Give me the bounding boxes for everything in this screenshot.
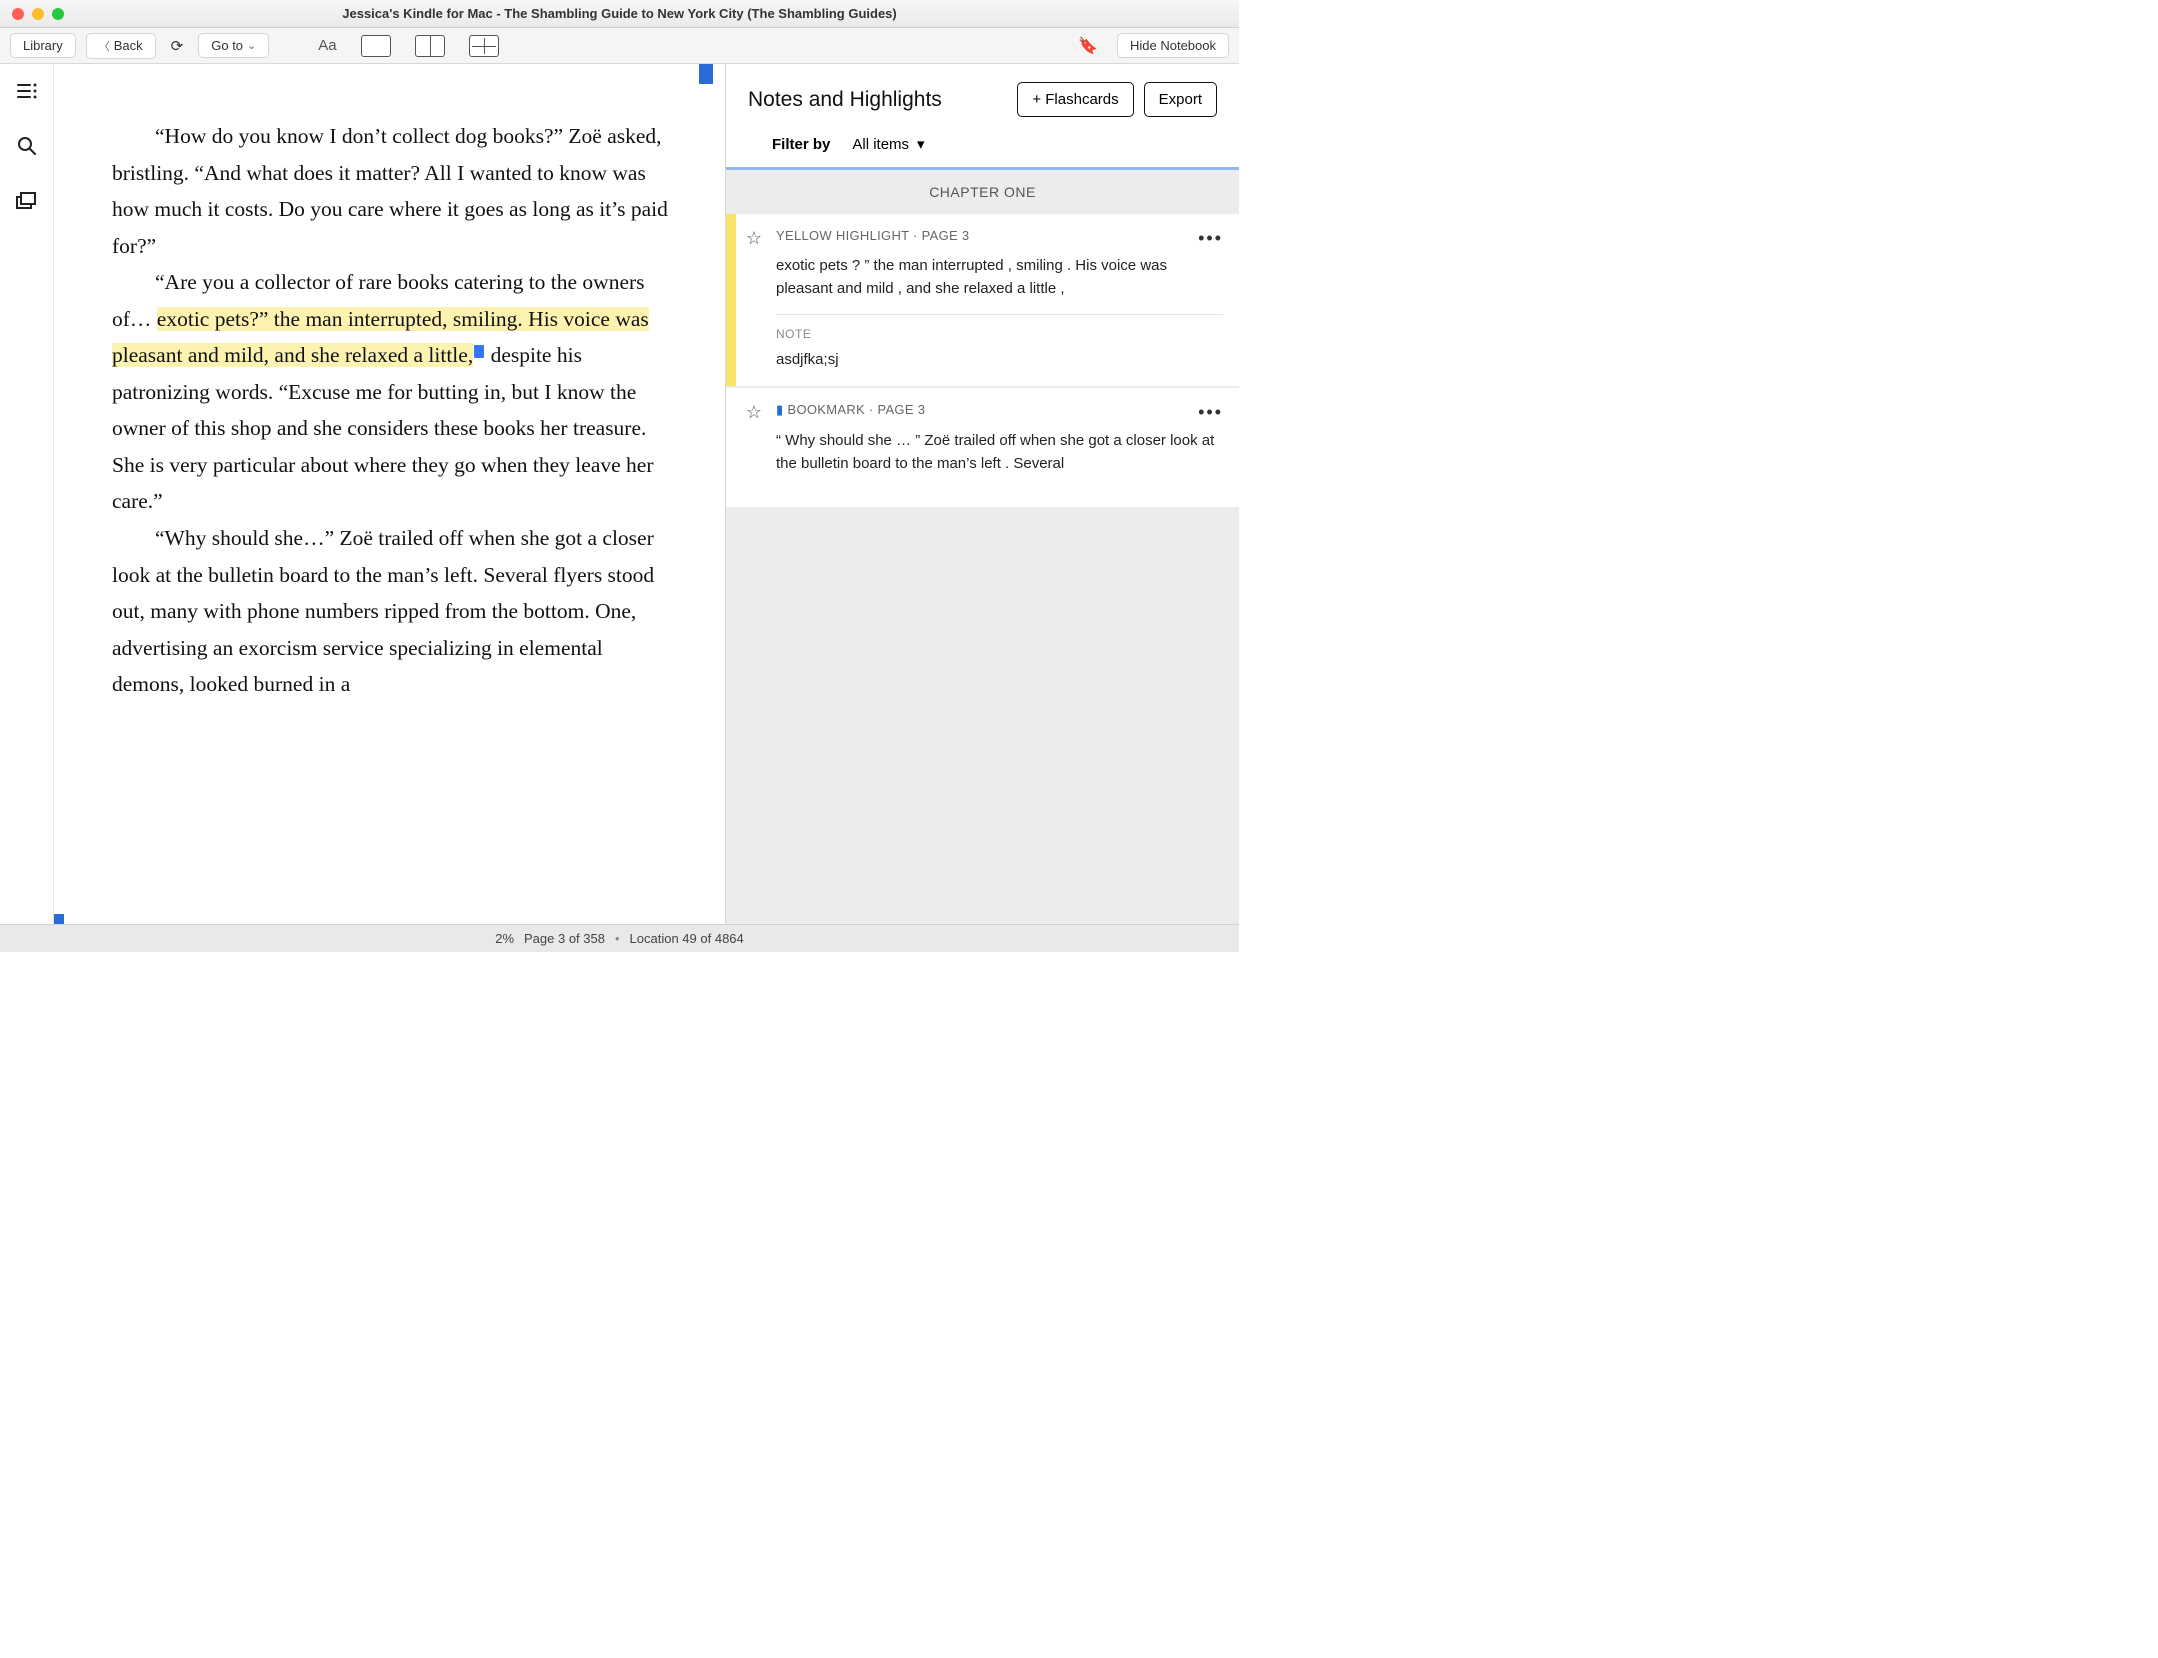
filter-label: Filter by — [772, 136, 830, 153]
goto-button[interactable]: Go to ⌄ — [198, 33, 269, 58]
export-button[interactable]: Export — [1144, 82, 1217, 117]
item-menu-button[interactable]: ••• — [1198, 402, 1223, 423]
item-excerpt: exotic pets ? ” the man interrupted , sm… — [776, 255, 1223, 300]
window-title: Jessica's Kindle for Mac - The Shambling… — [0, 6, 1239, 21]
view-single-button[interactable] — [352, 30, 400, 62]
status-percent: 2% — [495, 931, 514, 946]
notebook-panel: Notes and Highlights + Flashcards Export… — [726, 64, 1239, 924]
hide-notebook-label: Hide Notebook — [1130, 38, 1216, 53]
item-stripe — [726, 388, 736, 507]
bookmark-toolbar-button[interactable]: 🔖 — [1069, 31, 1107, 61]
titlebar: Jessica's Kindle for Mac - The Shambling… — [0, 0, 1239, 28]
minimize-window-button[interactable] — [32, 8, 44, 20]
toolbar: Library 〈 Back ⟳ Go to ⌄ Aa — [0, 28, 1239, 64]
status-bar: 2% Page 3 of 358 • Location 49 of 4864 — [0, 924, 1239, 952]
star-toggle[interactable]: ☆ — [736, 388, 772, 507]
highlight-color-stripe — [726, 214, 736, 386]
back-button[interactable]: 〈 Back — [86, 33, 156, 59]
bookmark-icon: 🔖 — [1078, 36, 1098, 56]
close-window-button[interactable] — [12, 8, 24, 20]
item-kind: ▮BOOKMARK · PAGE 3 — [776, 402, 1223, 418]
toc-icon[interactable] — [16, 82, 38, 106]
notebook-title: Notes and Highlights — [748, 88, 1007, 112]
reader-pane[interactable]: “How do you know I don’t collect dog boo… — [54, 64, 726, 924]
view-grid-button[interactable] — [460, 30, 508, 62]
paragraph: “Are you a collector of rare books cater… — [112, 264, 671, 520]
notebook-filter: Filter by All items ▾ — [726, 129, 1239, 167]
bookmark-page-marker[interactable] — [699, 64, 713, 84]
caret-down-icon: ▾ — [917, 135, 925, 153]
separator — [776, 314, 1223, 315]
item-menu-button[interactable]: ••• — [1198, 228, 1223, 249]
grid-icon — [469, 35, 499, 57]
left-rail — [0, 64, 54, 924]
single-page-icon — [361, 35, 391, 57]
font-settings-button[interactable]: Aa — [309, 32, 345, 59]
library-button[interactable]: Library — [10, 33, 76, 58]
flashcards-rail-icon[interactable] — [16, 192, 38, 216]
reader-content: “How do you know I don’t collect dog boo… — [54, 64, 725, 743]
main-area: “How do you know I don’t collect dog boo… — [0, 64, 1239, 924]
separator-dot: • — [615, 931, 620, 946]
back-label: Back — [114, 38, 143, 53]
search-icon[interactable] — [17, 136, 37, 162]
refresh-icon: ⟳ — [171, 37, 184, 55]
filter-value: All items — [852, 136, 909, 153]
zoom-window-button[interactable] — [52, 8, 64, 20]
filter-dropdown[interactable]: All items ▾ — [852, 135, 924, 153]
star-toggle[interactable]: ☆ — [736, 214, 772, 386]
item-excerpt: “ Why should she … ” Zoë trailed off whe… — [776, 430, 1223, 475]
sync-button[interactable]: ⟳ — [162, 32, 193, 60]
note-text: asdjfka;sj — [776, 351, 1223, 368]
hide-notebook-button[interactable]: Hide Notebook — [1117, 33, 1229, 58]
aa-icon: Aa — [318, 37, 336, 54]
flashcards-button[interactable]: + Flashcards — [1017, 82, 1133, 117]
bookmark-small-icon: ▮ — [776, 402, 783, 417]
bookmark-item[interactable]: ☆ ••• ▮BOOKMARK · PAGE 3 “ Why should sh… — [726, 388, 1239, 507]
paragraph: “How do you know I don’t collect dog boo… — [112, 118, 671, 264]
goto-label: Go to — [211, 38, 243, 53]
view-mode-group — [352, 30, 508, 62]
library-label: Library — [23, 38, 63, 53]
status-page: Page 3 of 358 — [524, 931, 605, 946]
notebook-header: Notes and Highlights + Flashcards Export — [726, 64, 1239, 129]
traffic-lights — [0, 8, 64, 20]
note-label: NOTE — [776, 327, 1223, 341]
note-marker-icon[interactable] — [474, 345, 484, 358]
two-page-icon — [415, 35, 445, 57]
chevron-down-icon: ⌄ — [247, 39, 256, 52]
item-kind: YELLOW HIGHLIGHT · PAGE 3 — [776, 228, 1223, 243]
chapter-heading: CHAPTER ONE — [726, 170, 1239, 214]
view-two-button[interactable] — [406, 30, 454, 62]
highlight-item[interactable]: ☆ ••• YELLOW HIGHLIGHT · PAGE 3 exotic p… — [726, 214, 1239, 386]
notebook-body[interactable]: CHAPTER ONE ☆ ••• YELLOW HIGHLIGHT · PAG… — [726, 170, 1239, 924]
progress-marker — [54, 914, 64, 924]
status-location: Location 49 of 4864 — [630, 931, 744, 946]
chevron-left-icon: 〈 — [99, 38, 110, 54]
paragraph: “Why should she…” Zoë trailed off when s… — [112, 520, 671, 703]
